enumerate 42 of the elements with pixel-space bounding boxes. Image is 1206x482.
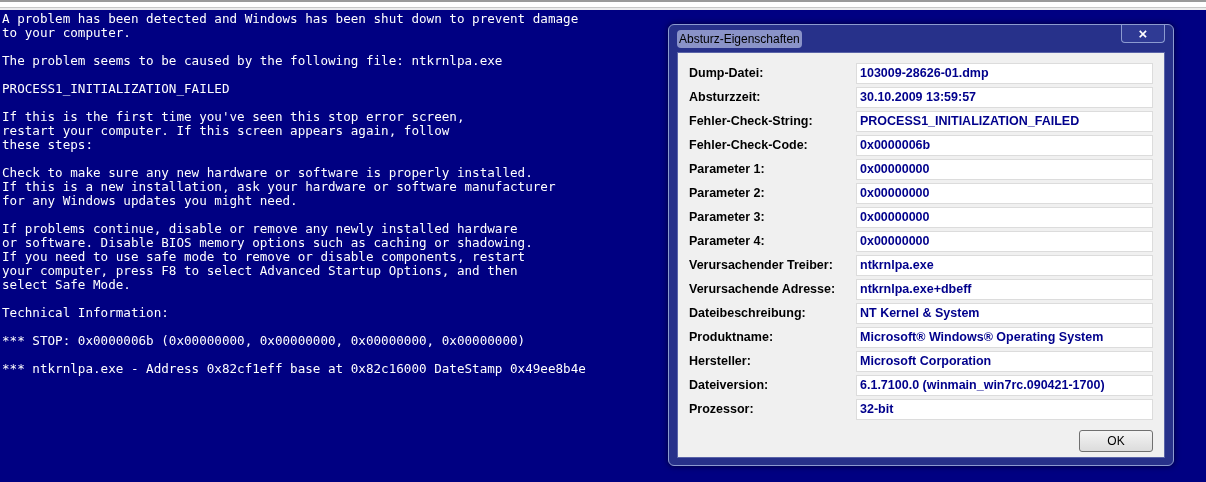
property-value-field[interactable]: 0x00000000 <box>856 230 1153 252</box>
property-label: Parameter 3: <box>689 208 766 226</box>
property-label: Dateiversion: <box>689 376 770 394</box>
property-label: Fehler-Check-Code: <box>689 136 809 154</box>
error-message-text: Check to make sure any new hardware or software is properly installed. If this is a new installation, ask your hardware or software manufacturer for any Windows updates you might need. <box>2 166 557 208</box>
property-value-field[interactable]: 0x0000006b <box>856 134 1153 156</box>
ok-button[interactable]: OK <box>1079 430 1153 452</box>
property-value-field[interactable]: ntkrnlpa.exe+dbeff <box>856 278 1153 300</box>
property-label: Parameter 2: <box>689 184 766 202</box>
property-value-field[interactable]: 30.10.2009 13:59:57 <box>856 86 1153 108</box>
property-value-field[interactable]: 32-bit <box>856 398 1153 420</box>
property-value-field[interactable]: 103009-28626-01.dmp <box>856 62 1153 84</box>
property-value-field[interactable]: Microsoft® Windows® Operating System <box>856 326 1153 348</box>
dialog-title: Absturz-Eigenschaften <box>677 29 802 48</box>
close-button[interactable]: × <box>1121 25 1165 43</box>
property-label: Parameter 1: <box>689 160 766 178</box>
error-message-text: PROCESS1_INITIALIZATION_FAILED <box>2 82 231 96</box>
error-message-text: If problems continue, disable or remove any newly installed hardware or software. Disable BIOS memory options such as caching or shadowing. If you need to use safe mode to remove or disable components, restart your computer, press F8 to select Advanced Startup Options, and then select Safe Mode. <box>2 222 534 292</box>
error-message-text: If this is the first time you've seen this stop error screen, restart your computer. If this screen appears again, follow these steps: <box>2 110 466 152</box>
property-label: Absturzzeit: <box>689 88 762 106</box>
property-label: Hersteller: <box>689 352 752 370</box>
error-message-text: *** STOP: 0x0000006b (0x00000000, 0x00000000, 0x00000000, 0x00000000) <box>2 334 527 348</box>
property-value-field[interactable]: 0x00000000 <box>856 206 1153 228</box>
property-label: Produktname: <box>689 328 775 346</box>
property-label: Prozessor: <box>689 400 755 418</box>
property-value-field[interactable]: 0x00000000 <box>856 158 1153 180</box>
property-value-field[interactable]: NT Kernel & System <box>856 302 1153 324</box>
property-label: Verursachende Adresse: <box>689 280 837 298</box>
property-label: Dateibeschreibung: <box>689 304 807 322</box>
property-label: Fehler-Check-String: <box>689 112 814 130</box>
property-label: Parameter 4: <box>689 232 766 250</box>
property-label: Verursachender Treiber: <box>689 256 834 274</box>
error-message-text: Technical Information: <box>2 306 170 320</box>
error-message-text: A problem has been detected and Windows has been shut down to prevent damage to your computer. <box>2 12 580 40</box>
error-message-text: *** ntkrnlpa.exe - Address 0x82cf1eff base at 0x82c16000 DateStamp 0x49ee8b4e <box>2 362 587 376</box>
property-value-field[interactable]: PROCESS1_INITIALIZATION_FAILED <box>856 110 1153 132</box>
property-label: Dump-Datei: <box>689 64 765 82</box>
property-value-field[interactable]: 6.1.7100.0 (winmain_win7rc.090421-1700) <box>856 374 1153 396</box>
property-value-field[interactable]: ntkrnlpa.exe <box>856 254 1153 276</box>
property-value-field[interactable]: Microsoft Corporation <box>856 350 1153 372</box>
error-message-text: The problem seems to be caused by the following file: ntkrnlpa.exe <box>2 54 504 68</box>
property-value-field[interactable]: 0x00000000 <box>856 182 1153 204</box>
